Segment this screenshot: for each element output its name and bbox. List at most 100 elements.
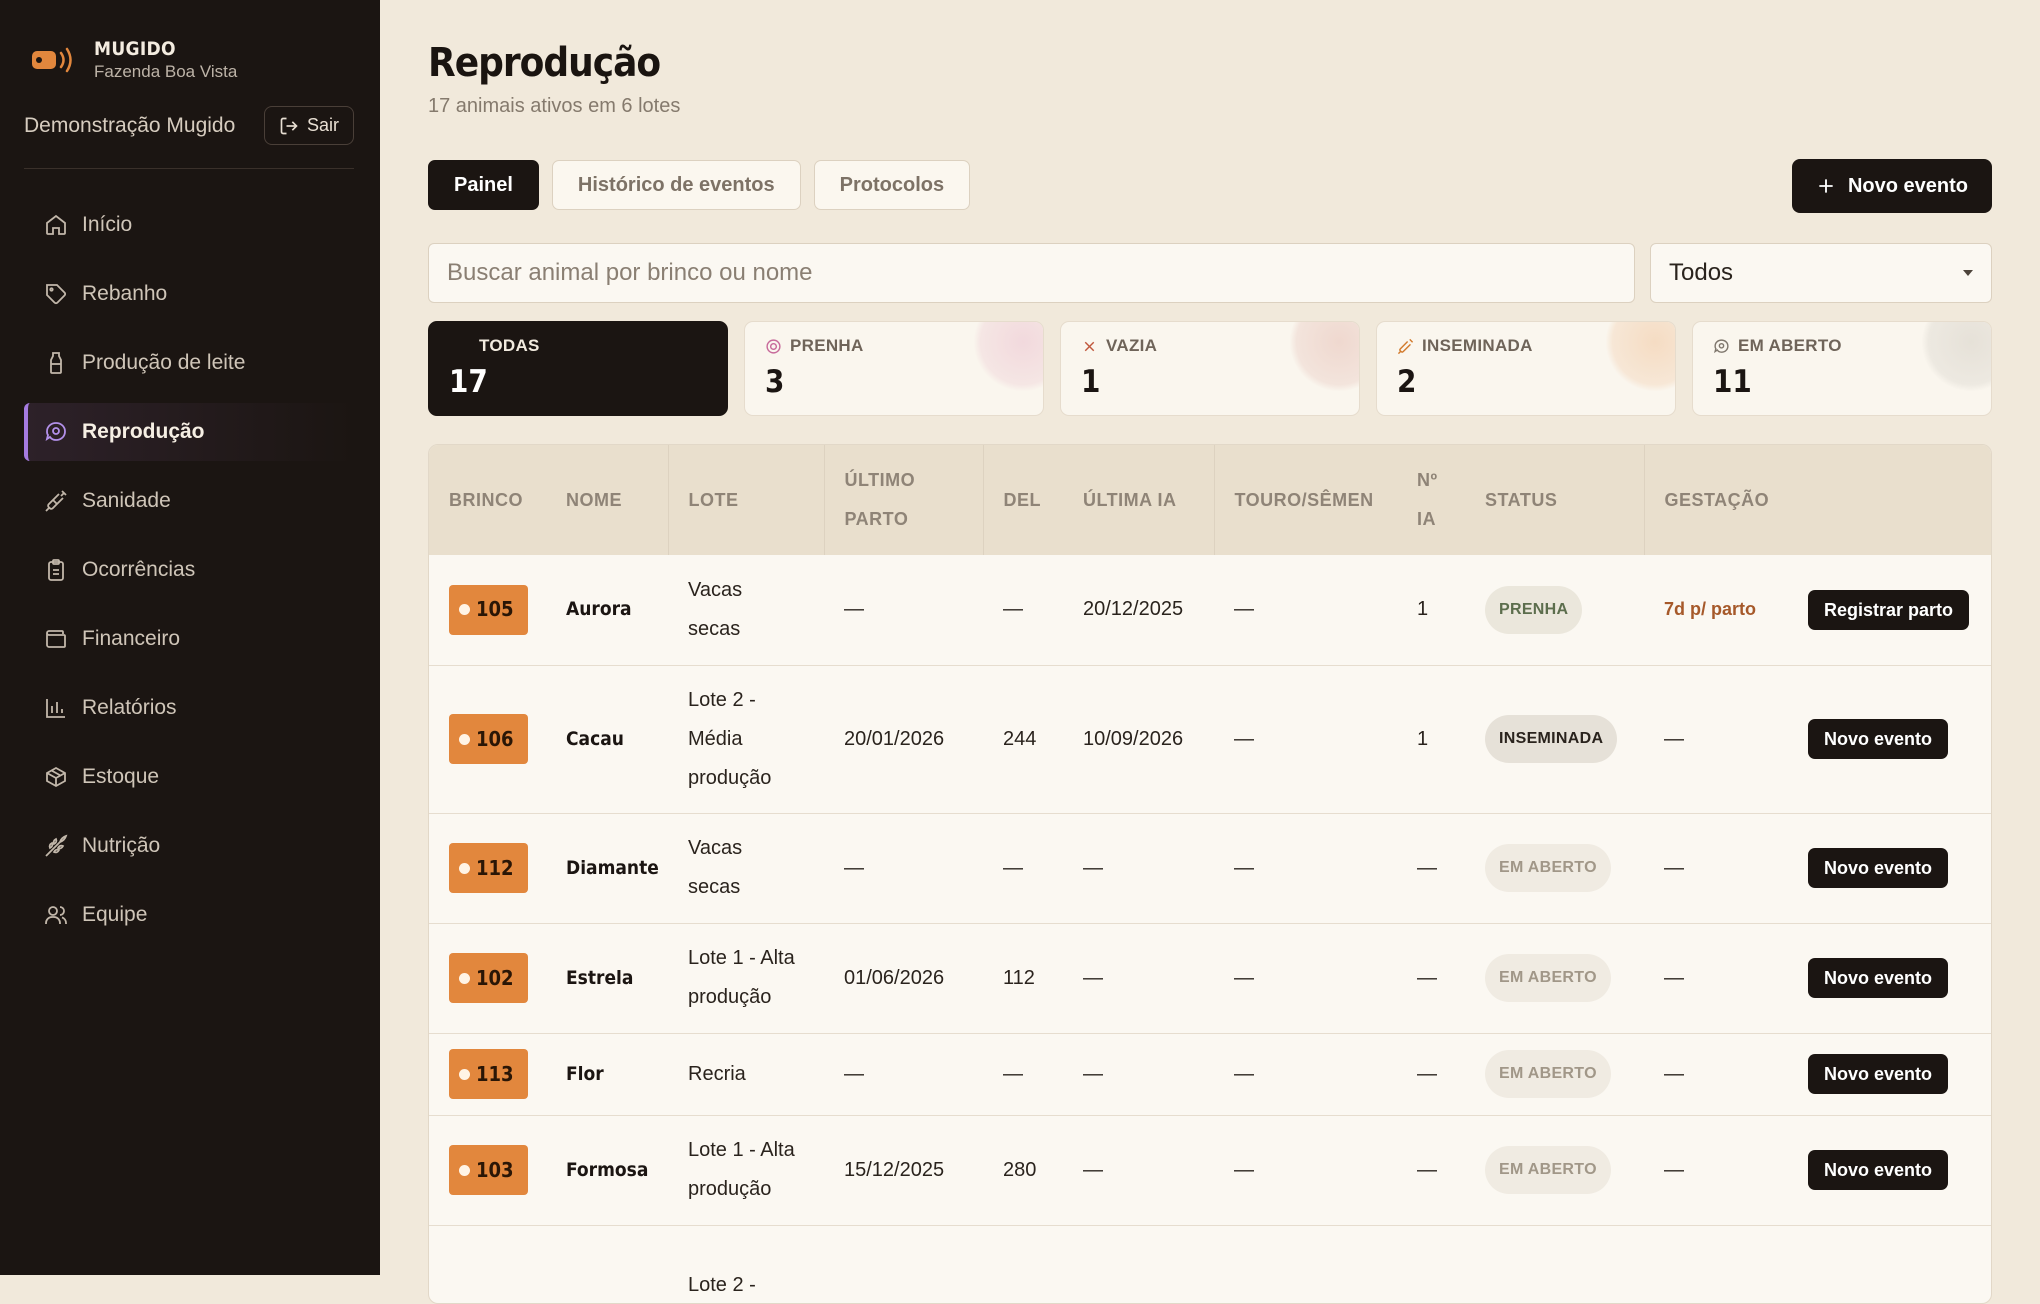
table-row[interactable]: 103FormosaLote 1 - Alta produção15/12/20… [429, 1115, 1991, 1225]
sidebar-item-label: Estoque [82, 765, 159, 789]
table-row[interactable]: 105AuroraVacas secas——20/12/2025—1PRENHA… [429, 555, 1991, 665]
row-action-button[interactable]: Novo evento [1808, 848, 1948, 888]
status-filter-select[interactable]: Todos [1650, 243, 1992, 303]
table-row[interactable]: Lote 2 - [429, 1225, 1991, 1304]
sidebar-item-financeiro[interactable]: Financeiro [24, 610, 354, 668]
sidebar-item-estoque[interactable]: Estoque [24, 748, 354, 806]
x-icon [1081, 338, 1098, 355]
reproduction-icon [44, 420, 68, 444]
summary-card-vazia[interactable]: VAZIA 1 [1060, 321, 1360, 416]
summary-card-label-row: EM ABERTO [1713, 336, 1971, 356]
animal-name: Estrela [566, 967, 633, 989]
ear-tag-badge[interactable]: 113 [449, 1049, 528, 1099]
summary-card-count: 1 [1081, 364, 1339, 400]
n-ia-value: — [1417, 1063, 1437, 1085]
ear-tag-badge[interactable]: 106 [449, 714, 528, 764]
cell-del: — [983, 555, 1063, 665]
cell-status: PRENHA [1465, 555, 1644, 665]
ultimo-parto-value: 15/12/2025 [844, 1159, 944, 1181]
column-header[interactable]: DEL [983, 445, 1063, 555]
lote-text: Lote 1 - Alta produção [688, 939, 798, 1017]
row-action-button[interactable]: Novo evento [1808, 1054, 1948, 1094]
ear-tag-badge[interactable]: 103 [449, 1145, 528, 1195]
cell-brinco [429, 1225, 546, 1304]
row-action-button[interactable]: Novo evento [1808, 719, 1948, 759]
cell-touro: — [1214, 813, 1397, 923]
sidebar-item-inicio[interactable]: Início [24, 196, 354, 254]
column-header[interactable]: LOTE [668, 445, 824, 555]
farm-name: Fazenda Boa Vista [94, 62, 237, 82]
table-row[interactable]: 112DiamanteVacas secas—————EM ABERTO—Nov… [429, 813, 1991, 923]
summary-card-todas[interactable]: TODAS 17 [428, 321, 728, 416]
cell-brinco: 112 [429, 813, 546, 923]
summary-cards: TODAS 17 PRENHA 3 VAZIA 1 INSEMINADA [428, 321, 1992, 416]
milk-bottle-icon [44, 351, 68, 375]
summary-card-inseminada[interactable]: INSEMINADA 2 [1376, 321, 1676, 416]
summary-card-em-aberto[interactable]: EM ABERTO 11 [1692, 321, 1992, 416]
cell-del: 244 [983, 665, 1063, 813]
cell-ultimo-parto: 20/01/2026 [824, 665, 983, 813]
ear-tag-number: 105 [476, 590, 514, 629]
user-row: Demonstração Mugido Sair [24, 106, 354, 145]
column-header[interactable]: ÚLTIMA IA [1063, 445, 1214, 555]
column-header[interactable]: BRINCO [429, 445, 546, 555]
ear-tag-badge[interactable]: 112 [449, 843, 528, 893]
row-action-button[interactable]: Novo evento [1808, 1150, 1948, 1190]
sidebar-item-reproducao[interactable]: Reprodução [24, 403, 354, 461]
ear-tag-dot-icon [459, 1165, 470, 1176]
tab-historico-de-eventos[interactable]: Histórico de eventos [552, 160, 801, 210]
cell-gestacao: 7d p/ parto [1644, 555, 1788, 665]
cell-n-ia: 1 [1397, 665, 1465, 813]
column-header[interactable]: ÚLTIMO PARTO [824, 445, 983, 555]
sidebar-item-relatorios[interactable]: Relatórios [24, 679, 354, 737]
cell-n-ia: — [1397, 813, 1465, 923]
status-badge: EM ABERTO [1485, 1050, 1611, 1098]
column-header[interactable]: NOME [546, 445, 668, 555]
sidebar-item-rebanho[interactable]: Rebanho [24, 265, 354, 323]
logout-button[interactable]: Sair [264, 106, 354, 145]
cell-nome: Aurora [546, 555, 668, 665]
status-badge: EM ABERTO [1485, 844, 1611, 892]
ear-tag-dot-icon [459, 1069, 470, 1080]
sidebar-item-producao-de-leite[interactable]: Produção de leite [24, 334, 354, 392]
touro-value: — [1234, 857, 1254, 879]
cell-brinco: 113 [429, 1033, 546, 1115]
column-header[interactable]: GESTAÇÃO [1644, 445, 1788, 555]
summary-card-prenha[interactable]: PRENHA 3 [744, 321, 1044, 416]
cell-del: — [983, 1033, 1063, 1115]
status-badge: EM ABERTO [1485, 954, 1611, 1002]
cell-nome: Estrela [546, 923, 668, 1033]
tab-painel[interactable]: Painel [428, 160, 539, 210]
row-action-button[interactable]: Novo evento [1808, 958, 1948, 998]
search-input[interactable]: Buscar animal por brinco ou nome [428, 243, 1635, 303]
ultima-ia-value: — [1083, 1063, 1103, 1085]
table-row[interactable]: 106 CacauLote 2 - Média produção20/01/202… [429, 665, 1991, 813]
cell-n-ia: 1 [1397, 555, 1465, 665]
sidebar-item-sanidade[interactable]: Sanidade [24, 472, 354, 530]
cell-nome: Formosa [546, 1115, 668, 1225]
table-row[interactable]: 113FlorRecria—————EM ABERTO—Novo evento [429, 1033, 1991, 1115]
cell-nome: Cacau [546, 665, 668, 813]
sidebar-item-equipe[interactable]: Equipe [24, 886, 354, 944]
cell-ultima-ia [1063, 1225, 1214, 1304]
lote-text: Vacas secas [688, 829, 798, 907]
cell-lote: Lote 2 - Média produção [668, 665, 824, 813]
ear-tag-badge[interactable]: 105 [449, 585, 528, 635]
column-header[interactable]: STATUS [1465, 445, 1644, 555]
sidebar-item-nutricao[interactable]: Nutrição [24, 817, 354, 875]
table-row[interactable]: 102EstrelaLote 1 - Alta produção01/06/20… [429, 923, 1991, 1033]
new-event-button[interactable]: Novo evento [1792, 159, 1992, 213]
sidebar: MUGIDO Fazenda Boa Vista Demonstração Mu… [0, 0, 380, 1275]
sidebar-item-ocorrencias[interactable]: Ocorrências [24, 541, 354, 599]
ear-tag-badge[interactable]: 102 [449, 953, 528, 1003]
cell-brinco: 103 [429, 1115, 546, 1225]
sidebar-item-label: Sanidade [82, 489, 171, 513]
tab-protocolos[interactable]: Protocolos [814, 160, 970, 210]
gestacao-value: 7d p/ parto [1664, 599, 1756, 619]
cell-lote: Vacas secas [668, 813, 824, 923]
row-action-button[interactable]: Registrar parto [1808, 590, 1969, 630]
brand[interactable]: MUGIDO Fazenda Boa Vista [30, 38, 237, 82]
column-header[interactable]: TOURO/SÊMEN [1214, 445, 1397, 555]
cell-gestacao [1644, 1225, 1788, 1304]
column-header[interactable]: Nº IA [1397, 445, 1465, 555]
